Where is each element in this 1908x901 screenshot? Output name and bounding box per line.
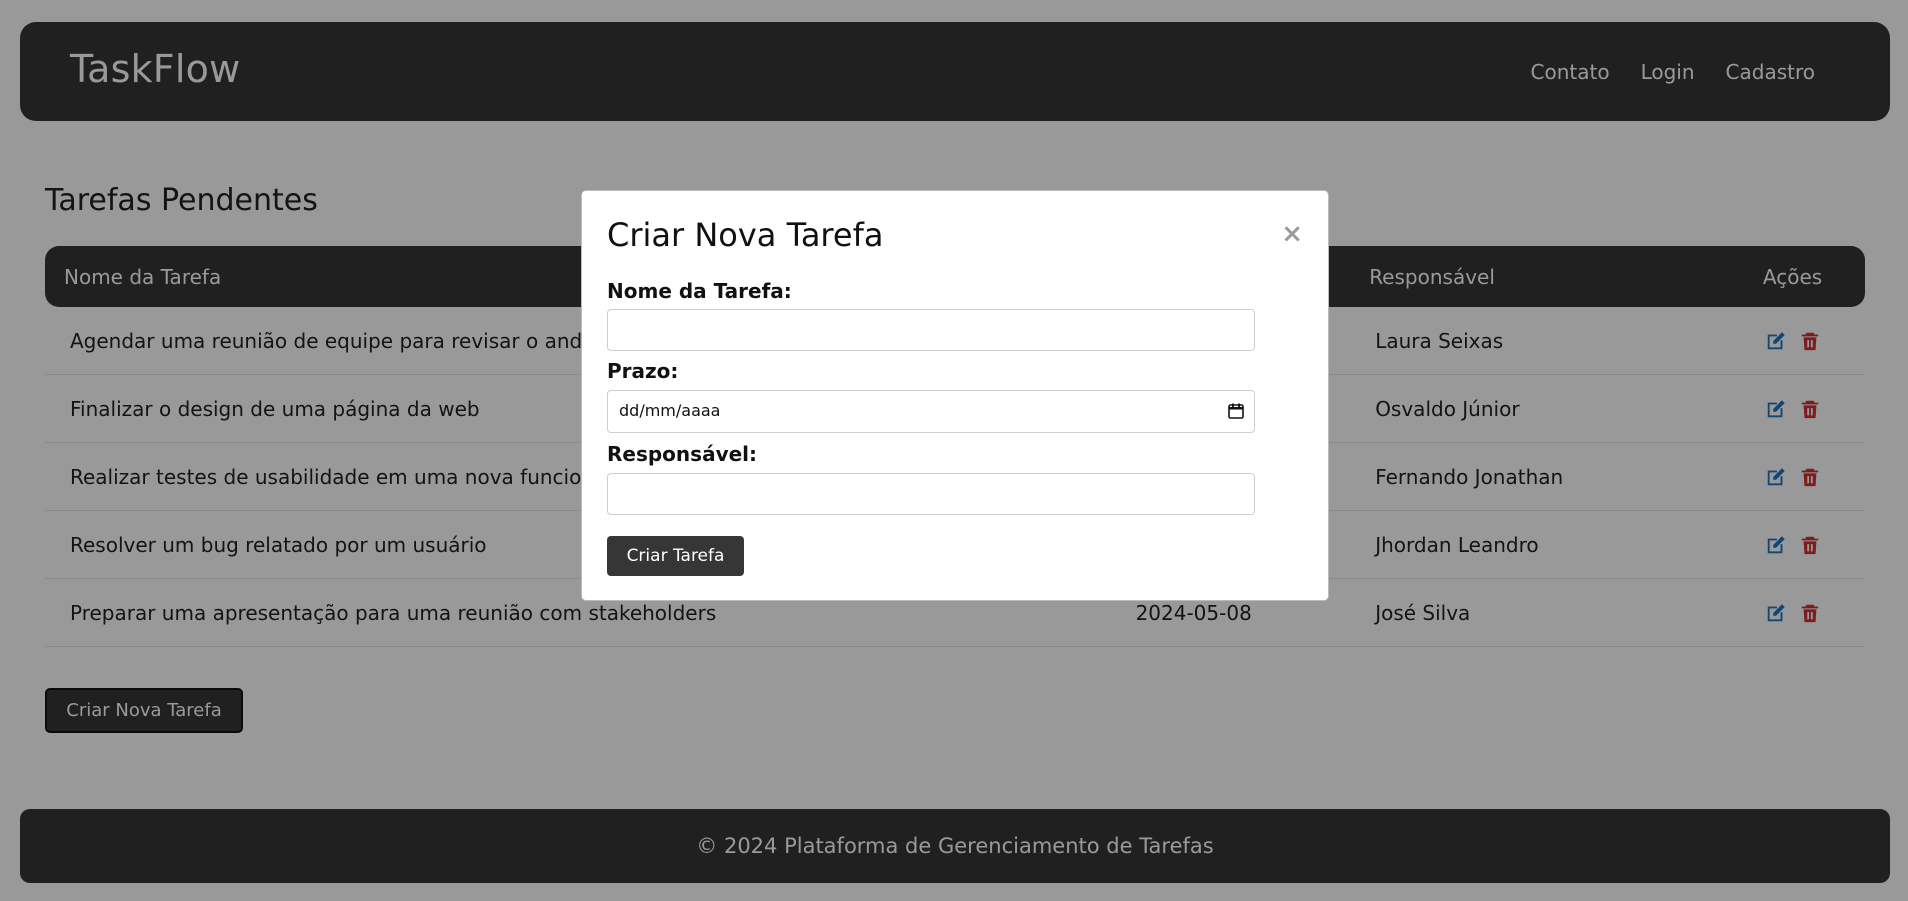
task-name-input[interactable] (607, 309, 1255, 351)
deadline-label: Prazo: (607, 359, 679, 383)
deadline-placeholder: dd/mm/aaaa (619, 401, 721, 420)
assignee-input[interactable] (607, 473, 1255, 515)
assignee-label: Responsável: (607, 442, 758, 466)
task-name-label: Nome da Tarefa: (607, 279, 792, 303)
close-icon[interactable]: × (1281, 221, 1303, 247)
deadline-date-input[interactable]: dd/mm/aaaa (607, 390, 1255, 433)
submit-task-button[interactable]: Criar Tarefa (607, 536, 744, 576)
create-task-modal: Criar Nova Tarefa × Nome da Tarefa: Praz… (581, 190, 1329, 601)
calendar-icon[interactable] (1228, 403, 1244, 419)
modal-title: Criar Nova Tarefa (607, 216, 884, 254)
